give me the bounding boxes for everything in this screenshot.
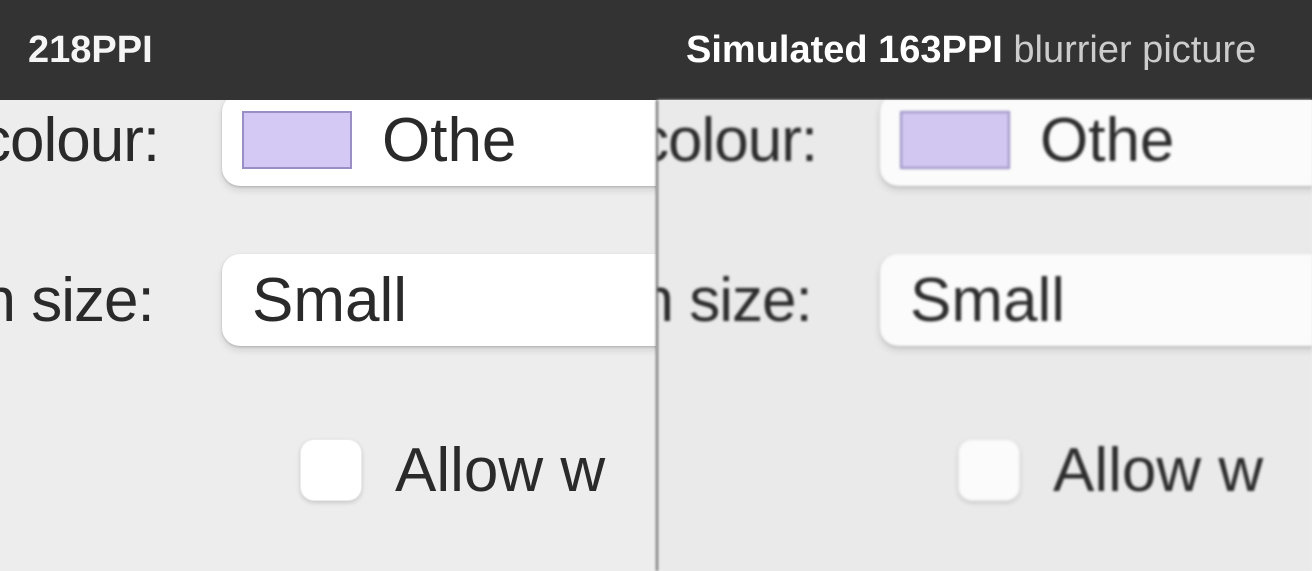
comparison-content: colour: Othe on size: Small Allow w colo…	[0, 100, 1312, 571]
size-value: Small	[910, 265, 1065, 336]
allow-label: Allow w	[395, 435, 605, 506]
header-right-light: blurrier picture	[1013, 29, 1256, 71]
colour-picker[interactable]: Othe	[222, 100, 656, 186]
comparison-header: 218PPI Simulated 163PPI blurrier picture	[0, 0, 1312, 100]
panel-163ppi: colour: Othe on size: Small Allow w	[656, 100, 1312, 571]
size-select[interactable]: Small	[880, 254, 1312, 346]
header-left-label: 218PPI	[0, 29, 656, 72]
size-label: on size:	[0, 265, 154, 336]
header-right-label: Simulated 163PPI blurrier picture	[656, 29, 1312, 72]
colour-value: Othe	[382, 105, 516, 176]
allow-label: Allow w	[1053, 435, 1263, 506]
allow-checkbox[interactable]	[300, 439, 362, 501]
colour-label: colour:	[0, 105, 159, 176]
colour-picker[interactable]: Othe	[880, 100, 1312, 186]
colour-swatch[interactable]	[242, 111, 352, 169]
allow-checkbox[interactable]	[958, 439, 1020, 501]
panel-218ppi: colour: Othe on size: Small Allow w	[0, 100, 656, 571]
header-right-bold: Simulated 163PPI	[686, 29, 1003, 71]
size-select[interactable]: Small	[222, 254, 656, 346]
colour-swatch[interactable]	[900, 111, 1010, 169]
size-label: on size:	[656, 265, 812, 336]
colour-label: colour:	[656, 105, 817, 176]
size-value: Small	[252, 265, 407, 336]
colour-value: Othe	[1040, 105, 1174, 176]
